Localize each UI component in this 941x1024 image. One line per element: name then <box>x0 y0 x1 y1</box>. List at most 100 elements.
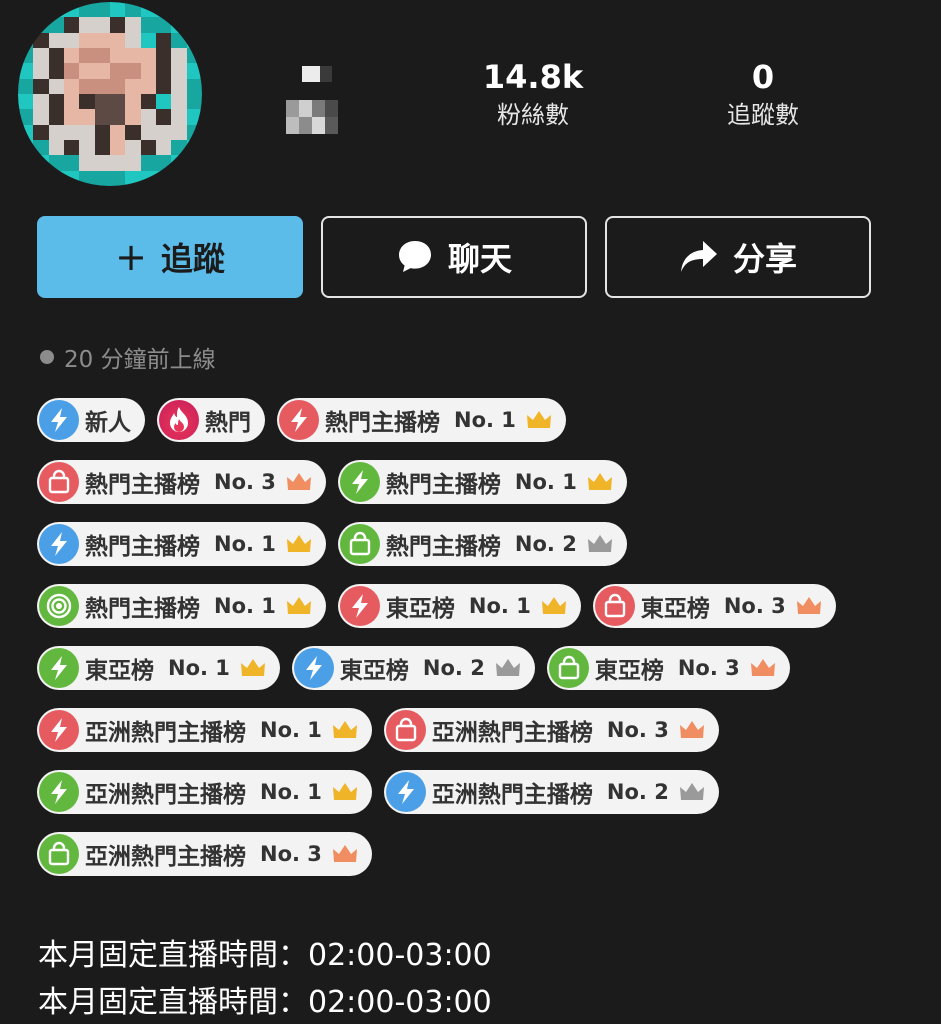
badge-rank: No. 1 <box>214 532 276 556</box>
badge-rank: No. 3 <box>723 594 786 618</box>
achievement-badge[interactable]: 熱門主播榜 No. 3 <box>37 460 326 504</box>
badge-rank: No. 2 <box>514 532 577 556</box>
crown-icon <box>675 720 705 740</box>
achievement-badge[interactable]: 亞洲熱門主播榜 No. 1 <box>37 770 372 814</box>
crown-icon <box>792 596 822 616</box>
badge-label: 東亞榜 <box>339 658 409 684</box>
blurred-value <box>320 66 332 82</box>
follow-button[interactable]: + 追蹤 <box>37 216 303 298</box>
badge-label: 熱門主播榜 <box>85 534 200 560</box>
bolt-icon <box>39 772 79 812</box>
bolt-icon <box>39 648 79 688</box>
followers-count: 14.8k <box>482 58 584 96</box>
bolt-icon <box>39 710 79 750</box>
share-arrow-icon <box>679 239 719 275</box>
badge-row: 亞洲熱門主播榜 No. 1 亞洲熱門主播榜 No. 2 <box>37 770 917 814</box>
achievement-badge[interactable]: 亞洲熱門主播榜 No. 1 <box>37 708 372 752</box>
badge-rank: No. 1 <box>468 594 531 618</box>
achievement-badge[interactable]: 熱門 <box>157 398 265 442</box>
badge-rank: No. 2 <box>422 656 485 680</box>
badge-rank: No. 1 <box>214 594 276 618</box>
achievement-badge[interactable]: 熱門主播榜 No. 1 <box>277 398 566 442</box>
badge-label: 熱門 <box>205 410 251 436</box>
bolt-icon <box>385 772 426 812</box>
badge-label: 亞洲熱門主播榜 <box>431 720 593 746</box>
achievement-badge[interactable]: 東亞榜 No. 1 <box>337 584 581 628</box>
crown-icon <box>236 658 266 678</box>
stat-following[interactable]: 0 追蹤數 <box>700 58 826 132</box>
crown-icon <box>675 782 705 802</box>
bag-icon <box>594 586 635 626</box>
share-label: 分享 <box>732 240 797 278</box>
bolt-icon <box>39 524 79 564</box>
crown-icon <box>537 596 567 616</box>
schedule-line: 本月固定直播時間：02:00-03:00 <box>38 985 492 1020</box>
plus-icon: + <box>115 235 147 279</box>
chat-button[interactable]: 聊天 <box>321 216 587 298</box>
achievement-badge[interactable]: 東亞榜 No. 3 <box>546 646 790 690</box>
crown-icon <box>583 472 613 492</box>
achievement-badge[interactable]: 新人 <box>37 398 145 442</box>
badge-row: 東亞榜 No. 1 東亞榜 No. 2 東亞榜 No. 3 <box>37 646 917 690</box>
achievement-badge[interactable]: 熱門主播榜 No. 1 <box>37 522 326 566</box>
achievement-badge[interactable]: 亞洲熱門主播榜 No. 3 <box>37 832 372 876</box>
badge-rank: No. 1 <box>260 718 322 742</box>
badge-label: 亞洲熱門主播榜 <box>431 782 593 808</box>
bag-icon <box>385 710 426 750</box>
badge-row: 亞洲熱門主播榜 No. 1 亞洲熱門主播榜 No. 3 <box>37 708 917 752</box>
crown-icon <box>491 658 521 678</box>
badge-label: 東亞榜 <box>85 658 154 684</box>
badge-label: 亞洲熱門主播榜 <box>85 844 246 870</box>
badge-row: 熱門主播榜 No. 3 熱門主播榜 No. 1 <box>37 460 917 504</box>
badge-row: 熱門主播榜 No. 1 東亞榜 No. 1 東亞榜 No. 3 <box>37 584 917 628</box>
badge-label: 熱門主播榜 <box>385 472 501 498</box>
badge-row: 亞洲熱門主播榜 No. 3 <box>37 832 917 876</box>
status-dot <box>40 350 54 364</box>
chat-label: 聊天 <box>447 240 512 278</box>
online-text: 20 分鐘前上線 <box>64 347 216 373</box>
share-button[interactable]: 分享 <box>605 216 871 298</box>
badge-rank: No. 3 <box>260 842 322 866</box>
crown-icon <box>282 534 312 554</box>
achievement-badge[interactable]: 熱門主播榜 No. 2 <box>337 522 627 566</box>
achievement-badge[interactable]: 亞洲熱門主播榜 No. 3 <box>383 708 719 752</box>
achievement-badge[interactable]: 亞洲熱門主播榜 No. 2 <box>383 770 719 814</box>
badge-label: 東亞榜 <box>594 658 664 684</box>
bag-icon <box>548 648 589 688</box>
badge-label: 亞洲熱門主播榜 <box>85 720 246 746</box>
badge-rank: No. 3 <box>677 656 740 680</box>
stat-followers[interactable]: 14.8k 粉絲數 <box>470 58 596 132</box>
achievement-badge[interactable]: 東亞榜 No. 2 <box>291 646 535 690</box>
bolt-icon <box>39 400 79 440</box>
bolt-icon <box>339 462 380 502</box>
badge-label: 東亞榜 <box>640 596 710 622</box>
schedule-line: 本月固定直播時間：02:00-03:00 <box>38 938 492 973</box>
badge-row: 新人 熱門 熱門主播榜 No. 1 <box>37 398 917 442</box>
badge-row: 熱門主播榜 No. 1 熱門主播榜 No. 2 <box>37 522 917 566</box>
flame-icon <box>159 400 199 440</box>
badge-rank: No. 1 <box>514 470 577 494</box>
achievement-badge[interactable]: 熱門主播榜 No. 1 <box>337 460 627 504</box>
following-label: 追蹤數 <box>727 101 799 129</box>
avatar[interactable] <box>18 2 202 186</box>
badge-label: 新人 <box>85 410 131 436</box>
badge-list: 新人 熱門 熱門主播榜 No. 1 熱門主播榜 No. 3 熱門主播榜 No. 1 熱門主播榜 N… <box>37 398 917 894</box>
following-count: 0 <box>751 58 775 96</box>
achievement-badge[interactable]: 東亞榜 No. 1 <box>37 646 280 690</box>
badge-rank: No. 2 <box>606 780 669 804</box>
badge-label: 亞洲熱門主播榜 <box>85 782 246 808</box>
badge-label: 熱門主播榜 <box>325 410 440 436</box>
badge-rank: No. 1 <box>260 780 322 804</box>
achievement-badge[interactable]: 熱門主播榜 No. 1 <box>37 584 326 628</box>
crown-icon <box>328 844 358 864</box>
online-status: 20 分鐘前上線 <box>40 340 216 374</box>
bag-icon <box>339 524 380 564</box>
bag-icon <box>39 462 79 502</box>
blurred-label <box>286 100 338 134</box>
badge-rank: No. 1 <box>454 408 516 432</box>
follow-label: 追蹤 <box>160 240 225 278</box>
crown-icon <box>746 658 776 678</box>
blurred-value <box>302 66 320 82</box>
crown-icon <box>583 534 613 554</box>
achievement-badge[interactable]: 東亞榜 No. 3 <box>592 584 836 628</box>
